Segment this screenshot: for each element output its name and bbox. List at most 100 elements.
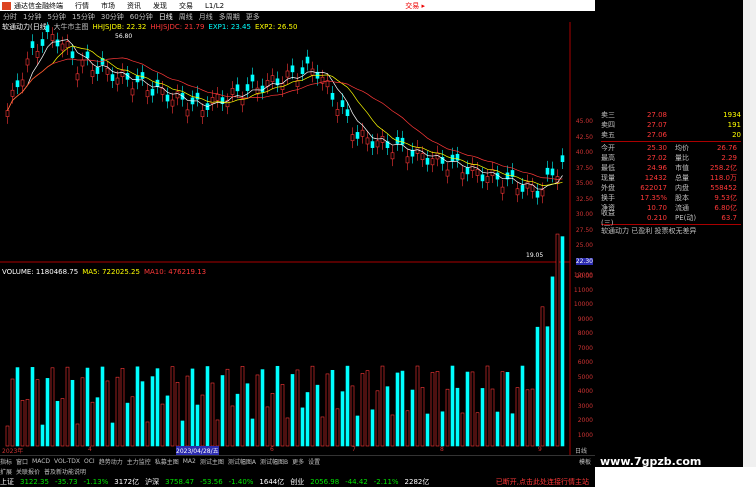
- tab-indicator[interactable]: 指标: [0, 457, 12, 466]
- volume-axis-label: 9000: [577, 315, 593, 323]
- volume-bar: [485, 365, 490, 447]
- volume-axis-label: 4000: [577, 388, 593, 395]
- stats-row: 外盘 622017 内盘 558452: [601, 183, 741, 193]
- tab-indicator[interactable]: VOL-TDX: [54, 458, 80, 465]
- side-toolbar[interactable]: [743, 0, 756, 467]
- tab-period[interactable]: 15分钟: [72, 12, 95, 22]
- chart-area[interactable]: 软通动力(日线) 大牛市主图 HHJSJDB: 22.32 HHJSJDC: 2…: [0, 22, 595, 467]
- menu-item-level[interactable]: L1/L2: [205, 2, 224, 10]
- candle-body: [370, 141, 375, 148]
- watermark-text: www.7gpzb.com: [600, 455, 702, 468]
- tab-indicator[interactable]: 测试主图: [200, 457, 224, 466]
- candle-body: [85, 51, 90, 59]
- candle-body: [515, 188, 520, 196]
- stats-row: 最低 24.96 市值 258.2亿: [601, 163, 741, 173]
- volume-bar: [120, 368, 125, 447]
- tab-extension[interactable]: 扩展: [0, 467, 12, 476]
- tab-indicator[interactable]: 设置: [308, 457, 320, 466]
- tab-indicator[interactable]: 趋势动力: [99, 457, 123, 466]
- volume-bar: [495, 411, 500, 447]
- volume-bar: [365, 370, 370, 447]
- tab-period[interactable]: 分时: [3, 12, 17, 22]
- candle-body: [30, 41, 35, 48]
- volume-bar: [370, 409, 375, 447]
- stat-value: 12432: [644, 174, 667, 182]
- sell-row: 卖五 27.06 20: [601, 130, 741, 140]
- tab-extension[interactable]: 普及新功能说明: [44, 467, 86, 476]
- volume-axis-label: 2000: [577, 417, 593, 424]
- candle-body: [430, 158, 435, 166]
- volume-bar: [445, 388, 450, 447]
- candle-body: [520, 185, 525, 192]
- tab-period[interactable]: 1分钟: [23, 12, 41, 22]
- volume-bar: [85, 367, 90, 447]
- stats-rows: 今开 25.30 均价 26.76 最高 27.02 量比 2.29 最低 24.96 市值 258.…: [601, 143, 741, 227]
- stat-value: 558452: [710, 184, 737, 192]
- tab-period-active[interactable]: 日线: [159, 12, 173, 22]
- volume-bar: [300, 407, 305, 447]
- tab-indicator[interactable]: 测试幅图B: [260, 457, 288, 466]
- volume-bar: [520, 365, 525, 447]
- tab-indicator[interactable]: 更多: [292, 457, 304, 466]
- stats-row: 现量 12432 总量 118.0万: [601, 173, 741, 183]
- candlestick-chart[interactable]: [0, 22, 595, 467]
- tab-period[interactable]: 周线: [179, 12, 193, 22]
- tab-period[interactable]: 多周期: [219, 12, 240, 22]
- sell-row: 卖三 27.08 1934: [601, 110, 741, 120]
- menu-item-quotes[interactable]: 行情: [75, 1, 89, 11]
- index-amount: 3172亿: [114, 477, 140, 486]
- tab-indicator[interactable]: 主力监控: [127, 457, 151, 466]
- volume-bar: [285, 417, 290, 447]
- menu-item-market[interactable]: 市场: [101, 1, 115, 11]
- extension-tab-row: 扩展 关联报价 普及新功能说明: [0, 466, 595, 476]
- indicator-tabbar: 指标 窗口 MACD VOL-TDX OCI 趋势动力 主力监控 私募主图 MA…: [0, 455, 595, 476]
- tab-period[interactable]: 更多: [246, 12, 260, 22]
- volume-bar: [360, 373, 365, 447]
- tab-indicator[interactable]: 测试幅图A: [228, 457, 256, 466]
- tab-indicator[interactable]: 私募主图: [155, 457, 179, 466]
- sell-label: 卖五: [601, 131, 615, 139]
- candle-body: [445, 169, 450, 177]
- template-tab[interactable]: 模板: [579, 457, 591, 466]
- app-name: 通达信金融终端: [14, 1, 63, 10]
- candle-body: [550, 168, 555, 176]
- menu-item-trade[interactable]: 交易: [179, 1, 193, 11]
- stat-value: 24.96: [646, 164, 667, 172]
- tab-indicator[interactable]: OCI: [84, 458, 95, 465]
- stat-value: 258.2亿: [709, 164, 737, 172]
- index-pct: -1.13%: [83, 477, 109, 486]
- candle-body: [285, 70, 290, 78]
- tab-indicator[interactable]: 窗口: [16, 457, 28, 466]
- stat-value: 25.30: [646, 144, 667, 152]
- tab-indicator[interactable]: MA2: [183, 458, 196, 465]
- candle-body: [200, 110, 205, 118]
- volume-bar: [540, 306, 545, 447]
- tab-period[interactable]: 月线: [199, 12, 213, 22]
- index-name[interactable]: 上证: [0, 477, 14, 487]
- volume-bar: [270, 393, 275, 447]
- volume-bar: [405, 410, 410, 447]
- tab-indicator[interactable]: MACD: [32, 458, 50, 465]
- candle-body: [535, 190, 540, 198]
- index-name[interactable]: 创业: [290, 477, 304, 487]
- tab-period[interactable]: 30分钟: [101, 12, 124, 22]
- stats-row: 今开 25.30 均价 26.76: [601, 143, 741, 153]
- connection-status[interactable]: 已断开,点击此处连接行情主站: [496, 477, 589, 487]
- menu-item-news[interactable]: 资讯: [127, 1, 141, 11]
- index-name[interactable]: 沪深: [145, 477, 159, 487]
- volume-bar: [30, 367, 35, 447]
- menu-item-discover[interactable]: 发现: [153, 1, 167, 11]
- volume-bar: [470, 371, 475, 447]
- tab-period[interactable]: 60分钟: [130, 12, 153, 22]
- candle-body: [150, 88, 155, 96]
- trade-button[interactable]: 交易 ▸: [405, 1, 425, 11]
- candle-body: [130, 88, 135, 96]
- sell-price: 27.08: [646, 111, 667, 119]
- tab-period[interactable]: 5分钟: [47, 12, 65, 22]
- volume-bar: [450, 365, 455, 447]
- candle-body: [425, 157, 430, 165]
- company-status: 软通动力 已盈利 投票权无差异: [601, 227, 697, 235]
- volume-bar: [350, 385, 355, 447]
- candle-body: [400, 137, 405, 145]
- tab-extension[interactable]: 关联报价: [16, 467, 40, 476]
